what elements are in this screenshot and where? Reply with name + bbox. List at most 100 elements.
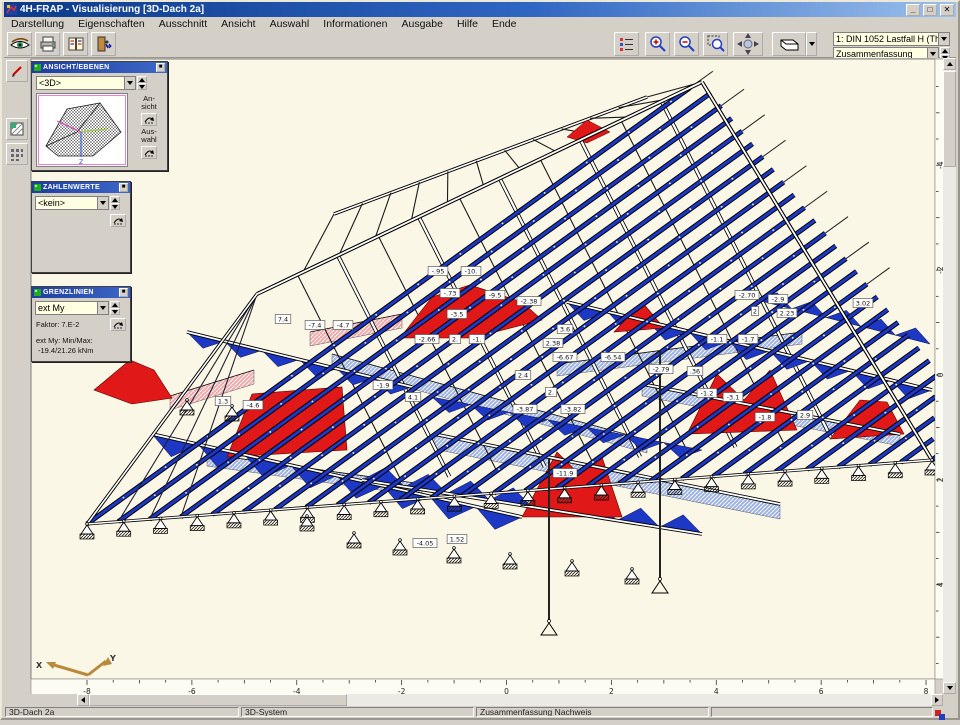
- draw-button[interactable]: [6, 60, 28, 82]
- panel-grenzlinien-titlebar[interactable]: GRENZLINIEN ■: [32, 287, 130, 298]
- svg-text:-1.7: -1.7: [742, 336, 755, 344]
- envelope-combo[interactable]: ext My: [35, 301, 109, 315]
- svg-text:3.6: 3.6: [560, 326, 570, 334]
- pan-control[interactable]: [733, 32, 763, 56]
- menu-item-auswahl[interactable]: Auswahl: [263, 17, 317, 31]
- scroll-up-button[interactable]: [943, 58, 956, 70]
- menu-item-darstellung[interactable]: Darstellung: [4, 17, 71, 31]
- status-field-1: 3D-Dach 2a: [5, 707, 239, 717]
- svg-text:7.4: 7.4: [278, 316, 288, 324]
- menu-item-ende[interactable]: Ende: [485, 17, 524, 31]
- close-button[interactable]: ✕: [940, 4, 954, 16]
- view-preview[interactable]: Z: [36, 93, 128, 167]
- grid-display-button[interactable]: [6, 143, 28, 165]
- vertical-scroll-thumb[interactable]: [943, 71, 956, 167]
- zoom-window-button[interactable]: [703, 32, 728, 56]
- view-apply-button[interactable]: [141, 113, 157, 126]
- view-plane-combo[interactable]: <3D>: [36, 76, 136, 90]
- svg-text:2.9: 2.9: [800, 412, 810, 420]
- svg-text:1.52: 1.52: [450, 536, 464, 544]
- status-field-4: [711, 707, 933, 717]
- zoom-in-button[interactable]: [645, 32, 670, 56]
- roof-preview-thumbnail: Z: [37, 94, 127, 166]
- svg-text:-2.66: -2.66: [419, 336, 436, 344]
- pencil-icon: [10, 64, 24, 78]
- panel-ansicht-titlebar[interactable]: ANSICHT/EBENEN ■: [32, 62, 167, 73]
- panel-zahlenwerte-title: ZAHLENWERTE: [43, 184, 117, 191]
- curved-arrow-icon: [112, 320, 124, 329]
- left-tool-strip: [4, 59, 29, 694]
- vertical-scrollbar[interactable]: [943, 58, 956, 694]
- svg-text:-3.1: -3.1: [727, 394, 740, 402]
- svg-text:-2.70: -2.70: [739, 292, 756, 300]
- load-case-arrow[interactable]: [938, 33, 949, 45]
- panel-grenzlinien: GRENZLINIEN ■ ext My Faktor: 7.E-2 ext M…: [31, 286, 131, 362]
- view-plane-spinner[interactable]: [137, 76, 147, 90]
- curved-arrow-icon: [143, 148, 155, 157]
- panel-icon: [34, 289, 41, 296]
- svg-text:.36: .36: [690, 368, 700, 376]
- values-apply-button[interactable]: [110, 214, 126, 227]
- window-title: 4H-FRAP - Visualisierung [3D-Dach 2a]: [20, 4, 204, 15]
- cube-icon: [776, 35, 802, 53]
- hatch-display-button[interactable]: [6, 118, 28, 140]
- menu-item-ansicht[interactable]: Ansicht: [214, 17, 262, 31]
- view-3d-dropdown[interactable]: [806, 32, 817, 56]
- view-button[interactable]: [7, 32, 32, 56]
- svg-text:-.95: -.95: [432, 268, 445, 276]
- view-plane-arrow[interactable]: [124, 77, 135, 89]
- factor-label: Faktor: 7.E-2: [36, 321, 79, 329]
- menu-item-hilfe[interactable]: Hilfe: [450, 17, 485, 31]
- app-icon: [6, 4, 17, 15]
- print-button[interactable]: [35, 32, 60, 56]
- svg-text:-3.82: -3.82: [565, 406, 582, 414]
- scroll-right-button[interactable]: [931, 694, 943, 706]
- svg-text:-10.: -10.: [465, 268, 478, 276]
- panel-icon: [34, 64, 41, 71]
- envelope-spinner[interactable]: [110, 301, 120, 315]
- horizontal-scroll-thumb[interactable]: [89, 694, 347, 706]
- menu-item-ausschnitt[interactable]: Ausschnitt: [152, 17, 214, 31]
- maximize-button[interactable]: □: [923, 4, 937, 16]
- values-combo-arrow[interactable]: [97, 197, 108, 209]
- envelope-combo-value: ext My: [36, 302, 97, 314]
- svg-text:-7.4: -7.4: [309, 322, 322, 330]
- load-case-value: 1: DIN 1052 Lastfall H (Th. 1. Or: [834, 33, 938, 45]
- app-window: 4H-FRAP - Visualisierung [3D-Dach 2a] _ …: [0, 0, 960, 720]
- zoom-out-button[interactable]: [674, 32, 699, 56]
- properties-button[interactable]: [614, 32, 639, 56]
- view-3d-button[interactable]: [772, 32, 806, 56]
- minimize-button[interactable]: _: [906, 4, 920, 16]
- values-combo[interactable]: <kein>: [35, 196, 109, 210]
- scroll-down-button[interactable]: [943, 682, 956, 694]
- zoom-out-icon: [678, 35, 696, 53]
- envelope-apply-button[interactable]: [110, 318, 126, 331]
- help-book-button[interactable]: [63, 32, 88, 56]
- panel-zahlenwerte-close[interactable]: ■: [119, 183, 128, 192]
- status-field-3: Zusammenfassung Nachweis: [476, 707, 709, 717]
- menu-item-ausgabe[interactable]: Ausgabe: [395, 17, 450, 31]
- load-case-combo[interactable]: 1: DIN 1052 Lastfall H (Th. 1. Or: [833, 32, 950, 46]
- panel-grenzlinien-title: GRENZLINIEN: [43, 289, 117, 296]
- zoom-window-icon: [707, 35, 725, 53]
- svg-text:-6.54: -6.54: [605, 354, 622, 362]
- panel-zahlenwerte-titlebar[interactable]: ZAHLENWERTE ■: [32, 182, 130, 193]
- z-axis-label: Z: [79, 159, 83, 166]
- menu-item-eigenschaften[interactable]: Eigenschaften: [71, 17, 152, 31]
- drawing-canvas[interactable]: 7.4-7.4-4.7-.95-10.-.73-9.5-2.38-3.5-2.6…: [29, 58, 948, 698]
- scroll-left-button[interactable]: [77, 694, 89, 706]
- horizontal-scrollbar[interactable]: [77, 694, 943, 706]
- svg-text:-4.6: -4.6: [247, 402, 260, 410]
- panel-ansicht-close[interactable]: ■: [156, 63, 165, 72]
- selection-apply-button[interactable]: [141, 146, 157, 159]
- panel-icon: [34, 184, 41, 191]
- svg-text:2.: 2.: [452, 336, 458, 344]
- panel-grenzlinien-close[interactable]: ■: [119, 288, 128, 297]
- svg-text:-4.05: -4.05: [417, 540, 434, 548]
- menu-item-informationen[interactable]: Informationen: [316, 17, 394, 31]
- svg-text:3.02: 3.02: [856, 300, 870, 308]
- values-spinner[interactable]: [110, 196, 120, 210]
- curved-arrow-icon: [112, 216, 124, 225]
- envelope-combo-arrow[interactable]: [97, 302, 108, 314]
- exit-button[interactable]: [91, 32, 116, 56]
